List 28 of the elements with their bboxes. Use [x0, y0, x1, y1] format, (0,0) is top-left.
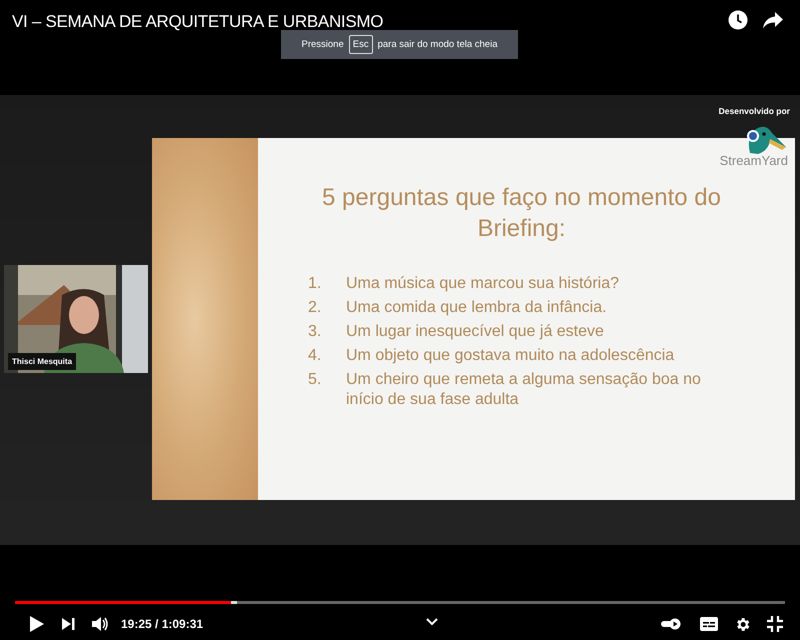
item-number: 3.	[308, 322, 322, 342]
item-number: 5.	[308, 370, 322, 390]
share-button[interactable]	[762, 10, 784, 30]
item-number: 4.	[308, 346, 322, 366]
time-display: 19:25 / 1:09:31	[121, 617, 204, 631]
exit-fullscreen-button[interactable]	[767, 616, 783, 632]
item-text: Uma comida que lembra da infância.	[346, 298, 607, 318]
hint-text: para sair do modo tela cheia	[378, 39, 498, 50]
item-number: 1.	[308, 274, 322, 294]
volume-button[interactable]	[91, 616, 109, 632]
item-text: Um lugar inesquecível que já esteve	[346, 322, 604, 342]
chevron-down-icon[interactable]	[426, 618, 438, 626]
play-button[interactable]	[29, 615, 45, 633]
item-text: Um objeto que gostava muito na adolescência	[346, 346, 674, 366]
item-number: 2.	[308, 298, 322, 318]
item-text: Um cheiro que remeta a alguma sensação boa no início de sua fase adulta	[346, 370, 702, 410]
watch-later-button[interactable]	[728, 10, 748, 30]
hint-text: Pressione	[302, 39, 344, 50]
next-button[interactable]	[61, 617, 75, 631]
participant-name: Thisci Mesquita	[8, 353, 76, 370]
branding-label: Desenvolvido por	[718, 106, 790, 116]
slide-heading: 5 perguntas que faço no momento do Briefing:	[321, 183, 722, 244]
esc-key: Esc	[348, 35, 373, 54]
video-title: VI – SEMANA DE ARQUITETURA E URBANISMO	[12, 12, 384, 32]
autoplay-toggle[interactable]	[660, 618, 682, 630]
subtitles-button[interactable]	[700, 617, 718, 631]
item-text: Uma música que marcou sua história?	[346, 274, 620, 294]
logo-text: StreamYard	[720, 153, 788, 168]
